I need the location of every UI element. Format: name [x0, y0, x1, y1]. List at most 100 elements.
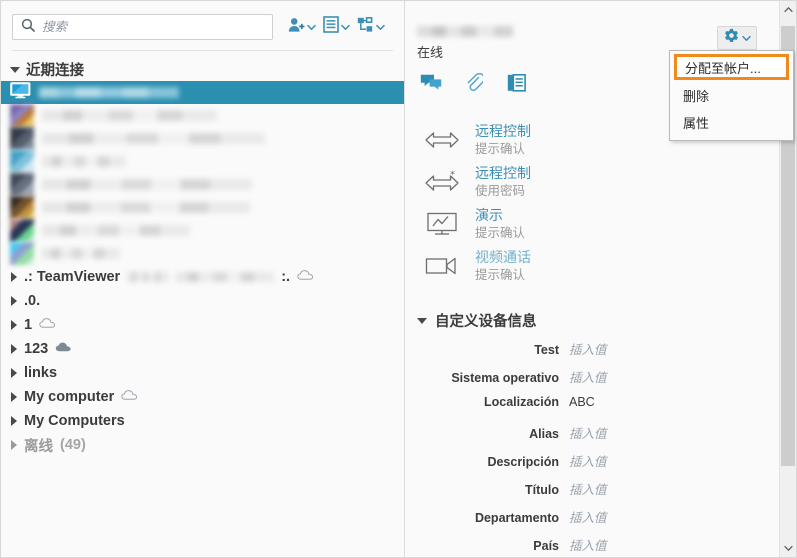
group-recent-connections[interactable]: 近期连接 — [1, 59, 404, 81]
sidebar-item-links[interactable]: links — [1, 361, 404, 385]
redacted-text — [127, 272, 170, 282]
sidebar-item-label: links — [24, 365, 58, 381]
field-value[interactable]: 插入值 — [569, 423, 607, 442]
action-subtitle: 使用密码 — [475, 183, 526, 198]
action-title: 远程控制 — [475, 165, 531, 182]
sidebar-item-group-0[interactable]: .0. — [1, 289, 404, 313]
sidebar-item-label: My Computers — [24, 413, 125, 429]
list-item-label — [42, 225, 190, 236]
search-box[interactable] — [12, 14, 273, 40]
sidebar-item-group-1[interactable]: 1 — [1, 313, 404, 337]
list-item[interactable] — [1, 173, 404, 196]
sidebar-item-label: 1 — [24, 317, 33, 333]
action-subtitle: 提示确认 — [475, 267, 526, 282]
field-label: Título — [524, 483, 559, 497]
action-title: 演示 — [475, 207, 503, 224]
action-title: 视频通话 — [475, 249, 531, 266]
field-value[interactable]: 插入值 — [569, 451, 607, 470]
sidebar-item-label: 离线 — [24, 438, 53, 455]
field-row: Descripción 插入值 — [405, 451, 779, 479]
list-item-label — [42, 133, 265, 144]
chevron-right-icon — [11, 416, 17, 426]
contacts-sidebar: 近期连接 — [1, 1, 405, 557]
list-item[interactable] — [1, 127, 404, 150]
monitor-icon — [10, 81, 31, 104]
field-row: Localización ABC — [405, 395, 779, 423]
list-view-button[interactable] — [322, 15, 351, 39]
remote-control-password-icon: * — [423, 171, 461, 193]
chevron-right-icon — [11, 344, 17, 354]
custom-device-info-fields: Test 插入值 Sistema operativo 插入值 Localizac… — [405, 337, 779, 557]
list-item-label — [42, 248, 120, 259]
field-label: País — [533, 539, 559, 553]
field-row: Alias 插入值 — [405, 423, 779, 451]
field-value[interactable]: ABC — [569, 395, 595, 409]
chevron-down-icon — [10, 66, 20, 73]
device-settings-button[interactable] — [717, 26, 757, 50]
list-item[interactable] — [1, 219, 404, 242]
paperclip-icon[interactable] — [466, 72, 486, 97]
list-item-label — [42, 179, 252, 190]
sidebar-item-label: .0. — [24, 293, 41, 309]
group-view-button[interactable] — [356, 16, 386, 39]
chevron-right-icon — [11, 296, 17, 306]
menu-item-properties[interactable]: 属性 — [670, 109, 793, 136]
field-row: Sistema operativo 插入值 — [405, 367, 779, 395]
field-value[interactable]: 插入值 — [569, 479, 607, 498]
field-value[interactable]: 插入值 — [569, 339, 607, 358]
list-item[interactable] — [1, 242, 404, 265]
chevron-down-icon — [417, 317, 427, 324]
search-icon — [21, 18, 35, 37]
custom-device-info-header[interactable]: 自定义设备信息 — [405, 300, 779, 337]
scroll-down-button[interactable] — [780, 540, 796, 557]
avatar — [10, 173, 34, 196]
list-item[interactable] — [1, 150, 404, 173]
device-detail-panel: 在线 远程控制 提示确认 * 远程控制 使用密码 演示 提示确认 视频通话 提示… — [405, 1, 796, 557]
field-label: Descripción — [487, 455, 559, 469]
field-value[interactable]: 插入值 — [569, 535, 607, 554]
action-video-call[interactable]: 视频通话 提示确认 — [423, 245, 779, 287]
cloud-icon — [297, 269, 314, 285]
field-label: Test — [534, 343, 559, 357]
field-value[interactable]: 插入值 — [569, 367, 607, 386]
sidebar-item-my-computer[interactable]: My computer — [1, 385, 404, 409]
list-item-label — [42, 110, 217, 121]
chevron-right-icon — [11, 368, 17, 378]
teamviewer-window: 近期连接 — [0, 0, 797, 558]
sidebar-item-count: (49) — [60, 437, 86, 453]
documents-icon[interactable] — [507, 73, 526, 97]
list-item[interactable] — [1, 81, 404, 104]
sidebar-item-offline[interactable]: 离线 (49) — [1, 433, 404, 457]
chevron-right-icon — [11, 320, 17, 330]
svg-text:*: * — [450, 171, 455, 181]
list-item[interactable] — [1, 104, 404, 127]
field-row: País 插入值 — [405, 535, 779, 557]
sidebar-item-my-computers[interactable]: My Computers — [1, 409, 404, 433]
sidebar-item-group-123[interactable]: 123 — [1, 337, 404, 361]
search-input[interactable] — [42, 20, 264, 34]
add-contact-button[interactable] — [287, 16, 317, 39]
menu-item-delete[interactable]: 删除 — [670, 82, 793, 109]
gear-icon — [724, 28, 739, 48]
cloud-icon — [121, 389, 138, 405]
action-title: 远程控制 — [475, 123, 531, 140]
chevron-right-icon — [11, 392, 17, 402]
menu-item-assign-to-account[interactable]: 分配至帐户... — [674, 54, 789, 80]
sidebar-item-teamviewer-group[interactable]: .: TeamViewer :. — [1, 265, 404, 289]
list-item[interactable] — [1, 196, 404, 219]
scroll-up-button[interactable] — [780, 1, 796, 18]
action-presentation[interactable]: 演示 提示确认 — [423, 203, 779, 245]
menu-item-label: 分配至帐户... — [685, 60, 761, 76]
action-subtitle: 提示确认 — [475, 225, 526, 240]
list-item-label — [42, 202, 250, 213]
field-value[interactable]: 插入值 — [569, 507, 607, 526]
chevron-down-icon — [307, 18, 316, 36]
sidebar-item-label: .: TeamViewer — [24, 269, 121, 285]
search-toolbar — [1, 1, 404, 49]
action-subtitle: 提示确认 — [475, 141, 526, 156]
chat-icon[interactable] — [420, 74, 442, 96]
menu-item-label: 属性 — [683, 116, 710, 131]
action-remote-control-password[interactable]: * 远程控制 使用密码 — [423, 161, 779, 203]
presentation-icon — [423, 212, 461, 236]
chevron-down-icon — [376, 18, 385, 36]
